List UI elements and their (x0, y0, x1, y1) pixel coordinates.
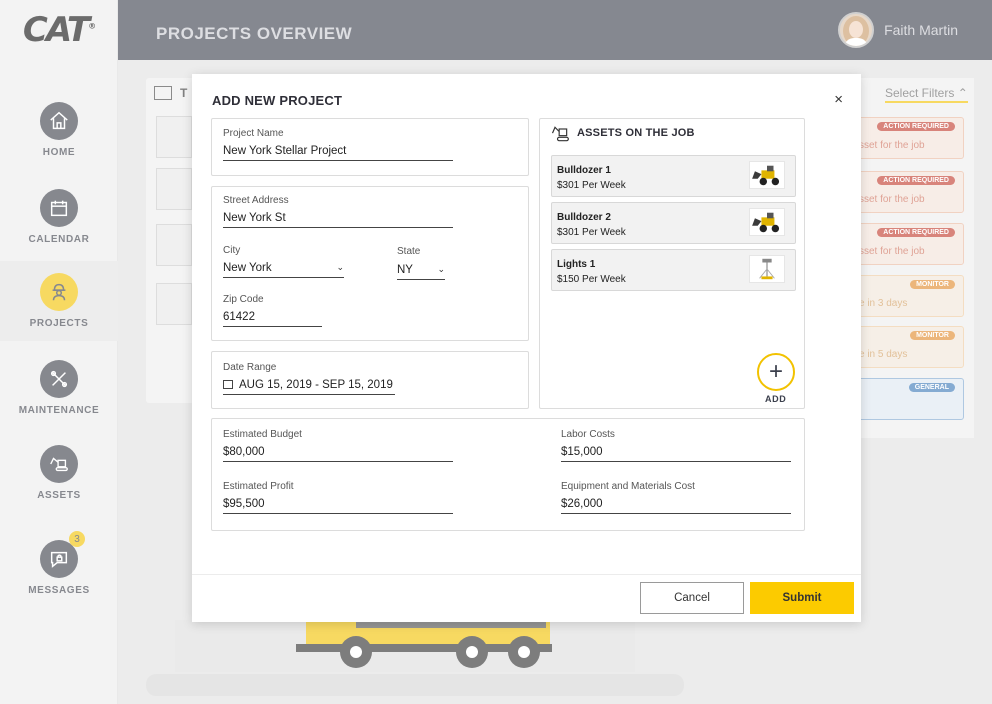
modal-title: ADD NEW PROJECT (212, 93, 343, 108)
plus-icon: + (768, 358, 783, 385)
project-name-label: Project Name (223, 128, 284, 139)
calendar-icon (223, 380, 233, 389)
light-tower-icon (749, 255, 785, 283)
project-name-panel: Project Name New York Stellar Project (211, 118, 529, 176)
chevron-down-icon: ⌄ (336, 262, 344, 272)
asset-price: $301 Per Week (557, 180, 626, 191)
cancel-button[interactable]: Cancel (640, 582, 744, 614)
date-range-value: AUG 15, 2019 - SEP 15, 2019 (239, 379, 393, 391)
city-select[interactable]: New York ⌄ (223, 262, 344, 278)
equipment-cost-label: Equipment and Materials Cost (561, 481, 695, 492)
backhoe-loader-icon (749, 161, 785, 189)
city-label: City (223, 245, 241, 256)
backhoe-loader-icon (749, 208, 785, 236)
estimated-profit-label: Estimated Profit (223, 481, 294, 492)
date-range-panel: Date Range AUG 15, 2019 - SEP 15, 2019 (211, 351, 529, 409)
asset-name: Lights 1 (557, 259, 596, 270)
zip-code-label: Zip Code (223, 294, 264, 305)
street-address-field[interactable]: New York St (223, 212, 453, 228)
excavator-icon (551, 126, 569, 142)
asset-name: Bulldozer 2 (557, 212, 611, 223)
state-label: State (397, 246, 421, 257)
asset-card[interactable]: Bulldozer 1 $301 Per Week (551, 155, 796, 197)
zip-code-field[interactable]: 61422 (223, 311, 322, 327)
add-project-modal: ADD NEW PROJECT × Project Name New York … (192, 74, 861, 622)
city-value: New York (223, 262, 272, 274)
asset-price: $150 Per Week (557, 274, 626, 285)
modal-footer-divider (192, 574, 861, 575)
equipment-cost-field[interactable]: $26,000 (561, 498, 791, 514)
labor-costs-field[interactable]: $15,000 (561, 446, 791, 462)
add-asset-label: ADD (765, 394, 787, 404)
asset-card[interactable]: Lights 1 $150 Per Week (551, 249, 796, 291)
submit-button[interactable]: Submit (750, 582, 854, 614)
close-icon[interactable]: × (834, 91, 843, 108)
estimated-profit-field[interactable]: $95,500 (223, 498, 453, 514)
state-value: NY (397, 264, 413, 276)
state-select[interactable]: NY ⌄ (397, 264, 445, 280)
date-range-field[interactable]: AUG 15, 2019 - SEP 15, 2019 (223, 379, 395, 395)
assets-panel: ASSETS ON THE JOB Bulldozer 1 $301 Per W… (539, 118, 805, 409)
asset-price: $301 Per Week (557, 227, 626, 238)
chevron-down-icon: ⌄ (437, 264, 445, 274)
labor-costs-label: Labor Costs (561, 429, 615, 440)
address-panel: Street Address New York St City New York… (211, 186, 529, 341)
estimated-budget-label: Estimated Budget (223, 429, 302, 440)
asset-card[interactable]: Bulldozer 2 $301 Per Week (551, 202, 796, 244)
estimated-budget-field[interactable]: $80,000 (223, 446, 453, 462)
date-range-label: Date Range (223, 362, 277, 373)
project-name-field[interactable]: New York Stellar Project (223, 145, 453, 161)
assets-title: ASSETS ON THE JOB (577, 127, 695, 139)
asset-name: Bulldozer 1 (557, 165, 611, 176)
street-address-label: Street Address (223, 195, 289, 206)
add-asset-button[interactable]: + (757, 353, 795, 391)
financials-panel: Estimated Budget $80,000 Labor Costs $15… (211, 418, 805, 531)
